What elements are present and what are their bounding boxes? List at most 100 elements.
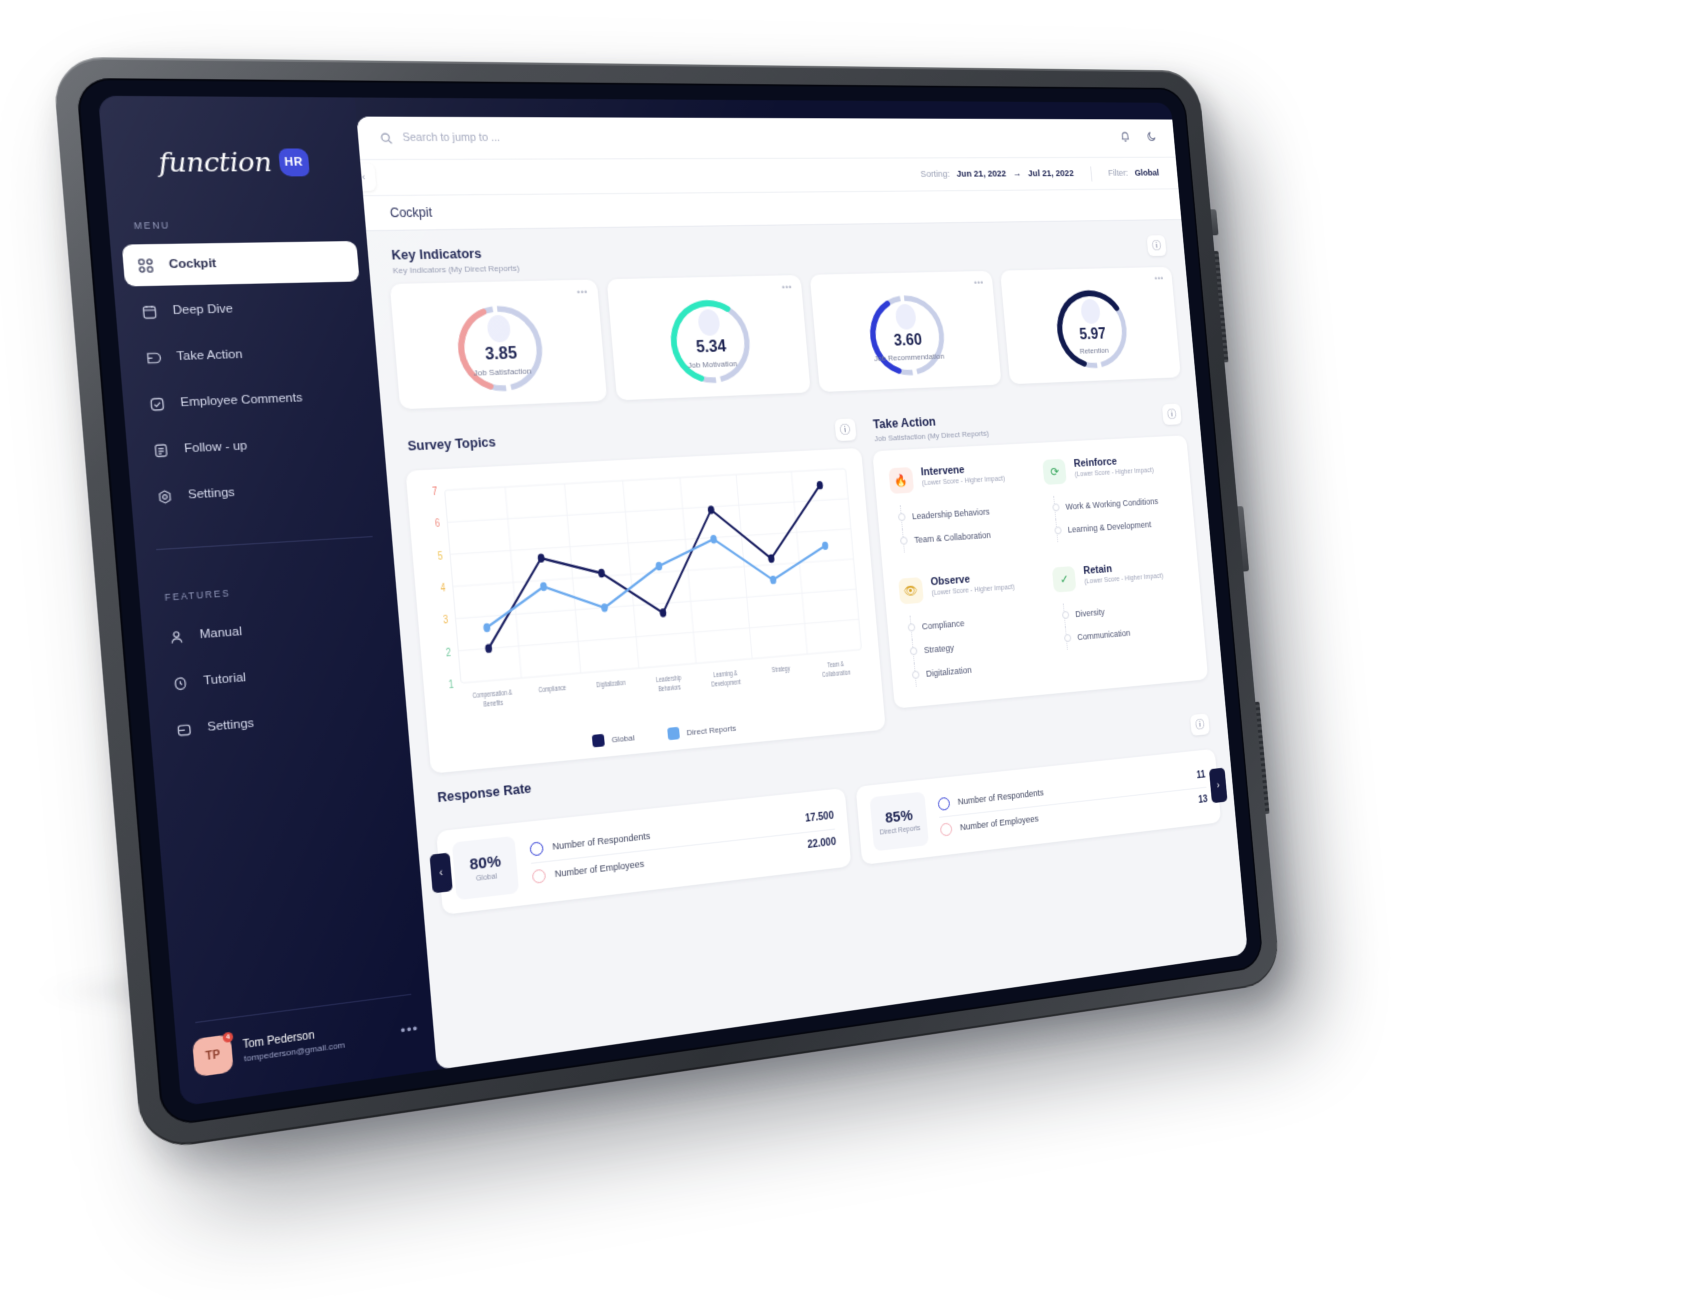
chart-svg: 1 2 3 4 5 6 7 Compensation &Benefits Compliance D… xyxy=(432,462,871,709)
take-action-subtitle: Job Satisfaction (My Direct Reports) xyxy=(874,428,990,444)
device-body: function HR MENU Cockpit Deep Dive Take … xyxy=(51,56,1281,1152)
main-panel: Search to jump to ... Sorting: Jun 21, 2… xyxy=(356,116,1248,1070)
survey-topics-chart-card: 1 2 3 4 5 6 7 Compensation & Benefits Compliance D… xyxy=(405,447,886,774)
sidebar-item-label: Deep Dive xyxy=(172,302,234,318)
take-action-quadrant: 🔥 Intervene (Lower Score - Higher Impact… xyxy=(887,461,1034,553)
user-name: Tom Pederson xyxy=(242,1029,316,1052)
search-bar[interactable]: Search to jump to ... xyxy=(356,116,1176,160)
row-label: Number of Employees xyxy=(959,813,1039,833)
data-point xyxy=(709,534,717,544)
filter-label: Filter: xyxy=(1107,168,1129,179)
check-circle-icon xyxy=(148,395,166,412)
user-profile[interactable]: TP 4 Tom Pederson tompederson@gmail.com … xyxy=(176,1007,437,1106)
sidebar-item-settings[interactable]: Settings xyxy=(141,465,379,519)
speaker-vent-bottom xyxy=(1255,701,1270,815)
bell-icon[interactable] xyxy=(1119,129,1132,147)
date-arrow-icon: → xyxy=(1012,168,1022,180)
y-tick-label: 7 xyxy=(432,485,438,497)
ring-icon xyxy=(939,821,953,837)
quadrant-header: 🔥 Intervene (Lower Score - Higher Impact… xyxy=(887,461,1029,494)
kpi-value: 3.60 xyxy=(893,332,923,350)
row-value: 13 xyxy=(1197,793,1208,806)
date-to[interactable]: Jul 21, 2022 xyxy=(1028,168,1074,179)
row-label: Number of Respondents xyxy=(551,830,651,852)
legend-swatch xyxy=(667,726,681,741)
filter-value[interactable]: Global xyxy=(1134,168,1159,178)
user-menu-button[interactable]: ••• xyxy=(400,1020,419,1039)
scene: function HR MENU Cockpit Deep Dive Take … xyxy=(0,0,1700,1300)
kpi-menu-button[interactable]: ••• xyxy=(781,282,792,292)
kpi-menu-button[interactable]: ••• xyxy=(974,278,984,288)
logo-badge: HR xyxy=(277,147,310,176)
sidebar-item-label: Settings xyxy=(206,716,255,735)
sidebar-item-tutorial[interactable]: Tutorial xyxy=(156,646,393,706)
response-rate-prev-button[interactable]: ‹ xyxy=(429,852,453,894)
sidebar-item-employee-comments[interactable]: Employee Comments xyxy=(133,375,371,425)
kpi-card[interactable]: ••• 5.97 Retention xyxy=(1000,266,1181,385)
avatar-initials: TP xyxy=(205,1048,221,1063)
percent-value: 80% xyxy=(468,852,502,874)
action-icon xyxy=(144,349,162,366)
y-tick-label: 4 xyxy=(440,582,446,594)
sidebar-item-deep-dive[interactable]: Deep Dive xyxy=(126,286,364,333)
speaker-vent-top xyxy=(1214,251,1229,363)
response-rate-next-button[interactable]: › xyxy=(1208,767,1228,804)
fire-icon: 🔥 xyxy=(887,467,914,494)
take-action-quadrant: 👁 Observe (Lower Score - Higher Impact) … xyxy=(897,569,1046,688)
clock-icon xyxy=(171,674,189,692)
moon-icon[interactable] xyxy=(1145,129,1158,147)
sidebar-item-settings-features[interactable]: Settings xyxy=(160,691,397,753)
info-icon[interactable]: ⓘ xyxy=(1189,713,1210,736)
response-rate-percent: 80% Global xyxy=(451,835,520,901)
kpi-row: ••• 3.85 Job Satisfaction ••• 5.34 Job M… xyxy=(389,266,1181,410)
y-tick-label: 5 xyxy=(437,550,443,562)
quadrant-header: ⟳ Reinforce (Lower Score - Higher Impact… xyxy=(1042,453,1176,485)
row-value: 11 xyxy=(1196,769,1206,781)
legend-item[interactable]: Global xyxy=(591,731,635,748)
top-icons xyxy=(1119,129,1159,147)
info-icon[interactable]: ⓘ xyxy=(1161,403,1182,426)
date-from[interactable]: Jun 21, 2022 xyxy=(956,169,1006,180)
kpi-card[interactable]: ••• 3.60 Job Recommendation xyxy=(809,270,1002,393)
content-area: Key Indicators Key Indicators (My Direct… xyxy=(366,220,1248,1070)
response-rate-list: Number of Respondents 11 Number of Emplo… xyxy=(937,763,1209,843)
kpi-card[interactable]: ••• 3.85 Job Satisfaction xyxy=(389,279,608,410)
line-chart[interactable]: 1 2 3 4 5 6 7 Compensation & Benefits Compliance D… xyxy=(419,462,871,732)
legend-label: Global xyxy=(611,732,635,745)
kpi-menu-button[interactable]: ••• xyxy=(1154,274,1164,284)
kpi-menu-button[interactable]: ••• xyxy=(576,287,588,298)
info-icon[interactable]: ⓘ xyxy=(1146,235,1167,257)
gauge-svg xyxy=(445,297,556,405)
sidebar-item-cockpit[interactable]: Cockpit xyxy=(121,240,360,287)
info-icon[interactable]: ⓘ xyxy=(834,418,857,442)
search-input[interactable]: Search to jump to ... xyxy=(402,131,500,144)
x-tick-label: Strategy xyxy=(772,666,791,674)
sidebar-item-manual[interactable]: Manual xyxy=(153,601,391,660)
filter-separator xyxy=(1089,165,1093,182)
sidebar-collapse-button[interactable]: ‹ xyxy=(356,163,377,191)
sidebar-item-follow-up[interactable]: Follow - up xyxy=(137,420,375,472)
take-action-quadrant: ✓ Retain (Lower Score - Higher Impact) D… xyxy=(1052,558,1193,673)
row-value: 17.500 xyxy=(804,810,835,825)
y-tick-label: 3 xyxy=(443,614,449,626)
gauge: 5.97 Retention xyxy=(1046,283,1138,367)
sidebar-item-label: Employee Comments xyxy=(179,391,303,410)
sidebar-item-label: Follow - up xyxy=(183,439,248,456)
volume-button[interactable] xyxy=(1237,506,1250,572)
list-icon xyxy=(152,441,170,458)
sidebar-item-label: Tutorial xyxy=(202,671,247,688)
app-logo[interactable]: function HR xyxy=(98,96,362,179)
sidebar-item-take-action[interactable]: Take Action 4 xyxy=(129,330,401,379)
kpi-card[interactable]: ••• 5.34 Job Motivation xyxy=(606,275,811,401)
tablet-device: function HR MENU Cockpit Deep Dive Take … xyxy=(51,56,1281,1152)
kpi-value: 5.34 xyxy=(695,338,727,357)
data-point xyxy=(484,643,493,654)
sliders-icon xyxy=(175,721,193,739)
x-tick-label: Digitalization xyxy=(596,680,626,690)
power-button[interactable] xyxy=(1210,209,1219,236)
take-action-grid: 🔥 Intervene (Lower Score - Higher Impact… xyxy=(887,453,1193,688)
quadrant-header: 👁 Observe (Lower Score - Higher Impact) xyxy=(897,569,1039,605)
legend-item[interactable]: Direct Reports xyxy=(667,722,736,741)
response-rate-row-item: Number of Employees 22.000 xyxy=(531,828,838,890)
